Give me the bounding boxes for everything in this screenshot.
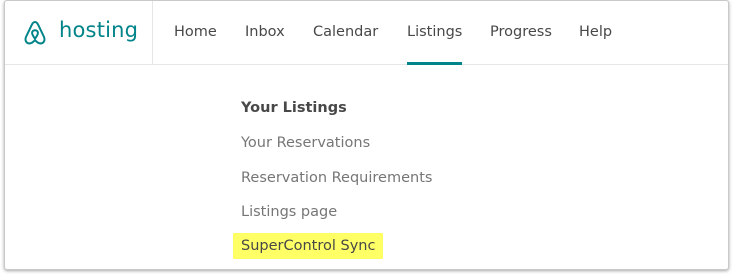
nav-item-progress[interactable]: Progress — [490, 1, 552, 64]
menu-item-supercontrol-sync[interactable]: SuperControl Sync — [233, 233, 384, 259]
nav-item-calendar[interactable]: Calendar — [313, 1, 378, 64]
nav-item-listings[interactable]: Listings — [407, 1, 463, 65]
nav-item-help[interactable]: Help — [579, 1, 612, 64]
brand-home-link[interactable]: hosting — [5, 1, 153, 64]
menu-item-your-reservations[interactable]: Your Reservations — [241, 133, 370, 153]
menu-item-reservation-requirements[interactable]: Reservation Requirements — [241, 168, 432, 188]
airbnb-belo-icon — [24, 21, 46, 45]
nav-item-inbox[interactable]: Inbox — [245, 1, 285, 64]
menu-item-listings-page[interactable]: Listings page — [241, 202, 337, 222]
app-window: hosting Home Inbox Calendar Listings Pro… — [4, 0, 729, 270]
top-navigation-bar: hosting Home Inbox Calendar Listings Pro… — [5, 1, 728, 65]
menu-item-your-listings[interactable]: Your Listings — [241, 98, 347, 118]
nav-item-home[interactable]: Home — [174, 1, 217, 64]
brand-name: hosting — [59, 18, 139, 42]
